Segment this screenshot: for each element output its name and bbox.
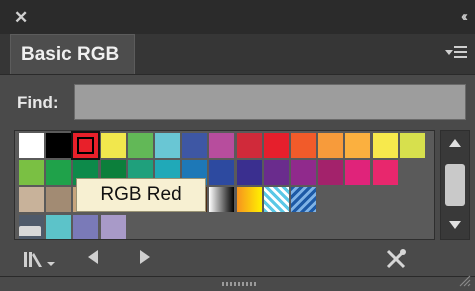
swatch[interactable] bbox=[19, 160, 44, 186]
swatch[interactable] bbox=[236, 187, 262, 213]
swatch[interactable] bbox=[236, 160, 262, 186]
swatch[interactable] bbox=[73, 214, 99, 239]
find-label: Find: bbox=[17, 93, 59, 112]
swatch-libraries-menu-icon[interactable] bbox=[22, 250, 60, 270]
swatch[interactable] bbox=[263, 187, 289, 213]
swatch[interactable] bbox=[345, 133, 371, 158]
swatch[interactable] bbox=[399, 133, 425, 158]
panel-menu-icon[interactable] bbox=[445, 46, 467, 62]
menu-triangle-icon bbox=[445, 50, 453, 55]
swatch[interactable] bbox=[209, 160, 235, 186]
swatch[interactable] bbox=[318, 160, 344, 186]
swatch[interactable] bbox=[127, 133, 153, 158]
panel-divider bbox=[0, 276, 475, 277]
swatch-tools-icon[interactable] bbox=[384, 247, 408, 271]
swatch-scrollbar[interactable] bbox=[440, 130, 470, 240]
swatch[interactable] bbox=[46, 187, 72, 213]
swatch[interactable] bbox=[19, 133, 44, 158]
swatch-library-panel: ✕ ‹‹ Basic RGB Find: RGB Red bbox=[0, 0, 475, 291]
swatch[interactable] bbox=[372, 160, 398, 186]
swatch[interactable] bbox=[209, 133, 235, 158]
scroll-up-icon[interactable] bbox=[449, 139, 461, 147]
swatch[interactable] bbox=[291, 160, 316, 186]
swatch[interactable] bbox=[100, 133, 126, 158]
panel-bottom-bar bbox=[0, 242, 475, 274]
menu-lines-icon bbox=[454, 46, 467, 60]
scroll-down-icon[interactable] bbox=[449, 221, 461, 229]
find-input[interactable] bbox=[74, 84, 466, 120]
panel-tab-row: Basic RGB bbox=[0, 34, 475, 75]
next-library-icon[interactable] bbox=[140, 250, 150, 264]
swatch[interactable] bbox=[345, 160, 371, 186]
swatch[interactable] bbox=[318, 133, 344, 158]
resize-grip-icon[interactable] bbox=[222, 281, 260, 287]
swatch[interactable] bbox=[46, 214, 72, 239]
tab-basic-rgb[interactable]: Basic RGB bbox=[10, 34, 135, 74]
swatch[interactable] bbox=[263, 160, 289, 186]
swatch[interactable] bbox=[291, 133, 316, 158]
swatch[interactable] bbox=[182, 133, 208, 158]
swatch[interactable] bbox=[209, 187, 235, 213]
close-icon[interactable]: ✕ bbox=[14, 9, 28, 26]
swatch[interactable] bbox=[46, 160, 72, 186]
swatch[interactable] bbox=[236, 133, 262, 158]
swatch[interactable] bbox=[100, 214, 126, 239]
tab-label: Basic RGB bbox=[21, 44, 120, 65]
panel-title-bar[interactable]: ✕ ‹‹ bbox=[0, 0, 475, 34]
previous-library-icon[interactable] bbox=[88, 250, 98, 264]
color-group-folder-icon[interactable] bbox=[19, 226, 41, 236]
swatch[interactable] bbox=[291, 187, 316, 213]
swatch[interactable] bbox=[263, 133, 289, 158]
swatch-selected[interactable] bbox=[71, 131, 101, 160]
panel-resize-corner-icon[interactable] bbox=[457, 273, 471, 287]
swatch-tooltip: RGB Red bbox=[76, 178, 206, 212]
scrollbar-thumb[interactable] bbox=[445, 164, 465, 206]
swatch[interactable] bbox=[372, 133, 398, 158]
collapse-panel-icon[interactable]: ‹‹ bbox=[461, 9, 468, 24]
swatch[interactable] bbox=[19, 187, 44, 213]
swatch[interactable] bbox=[46, 133, 72, 158]
swatch[interactable] bbox=[155, 133, 180, 158]
